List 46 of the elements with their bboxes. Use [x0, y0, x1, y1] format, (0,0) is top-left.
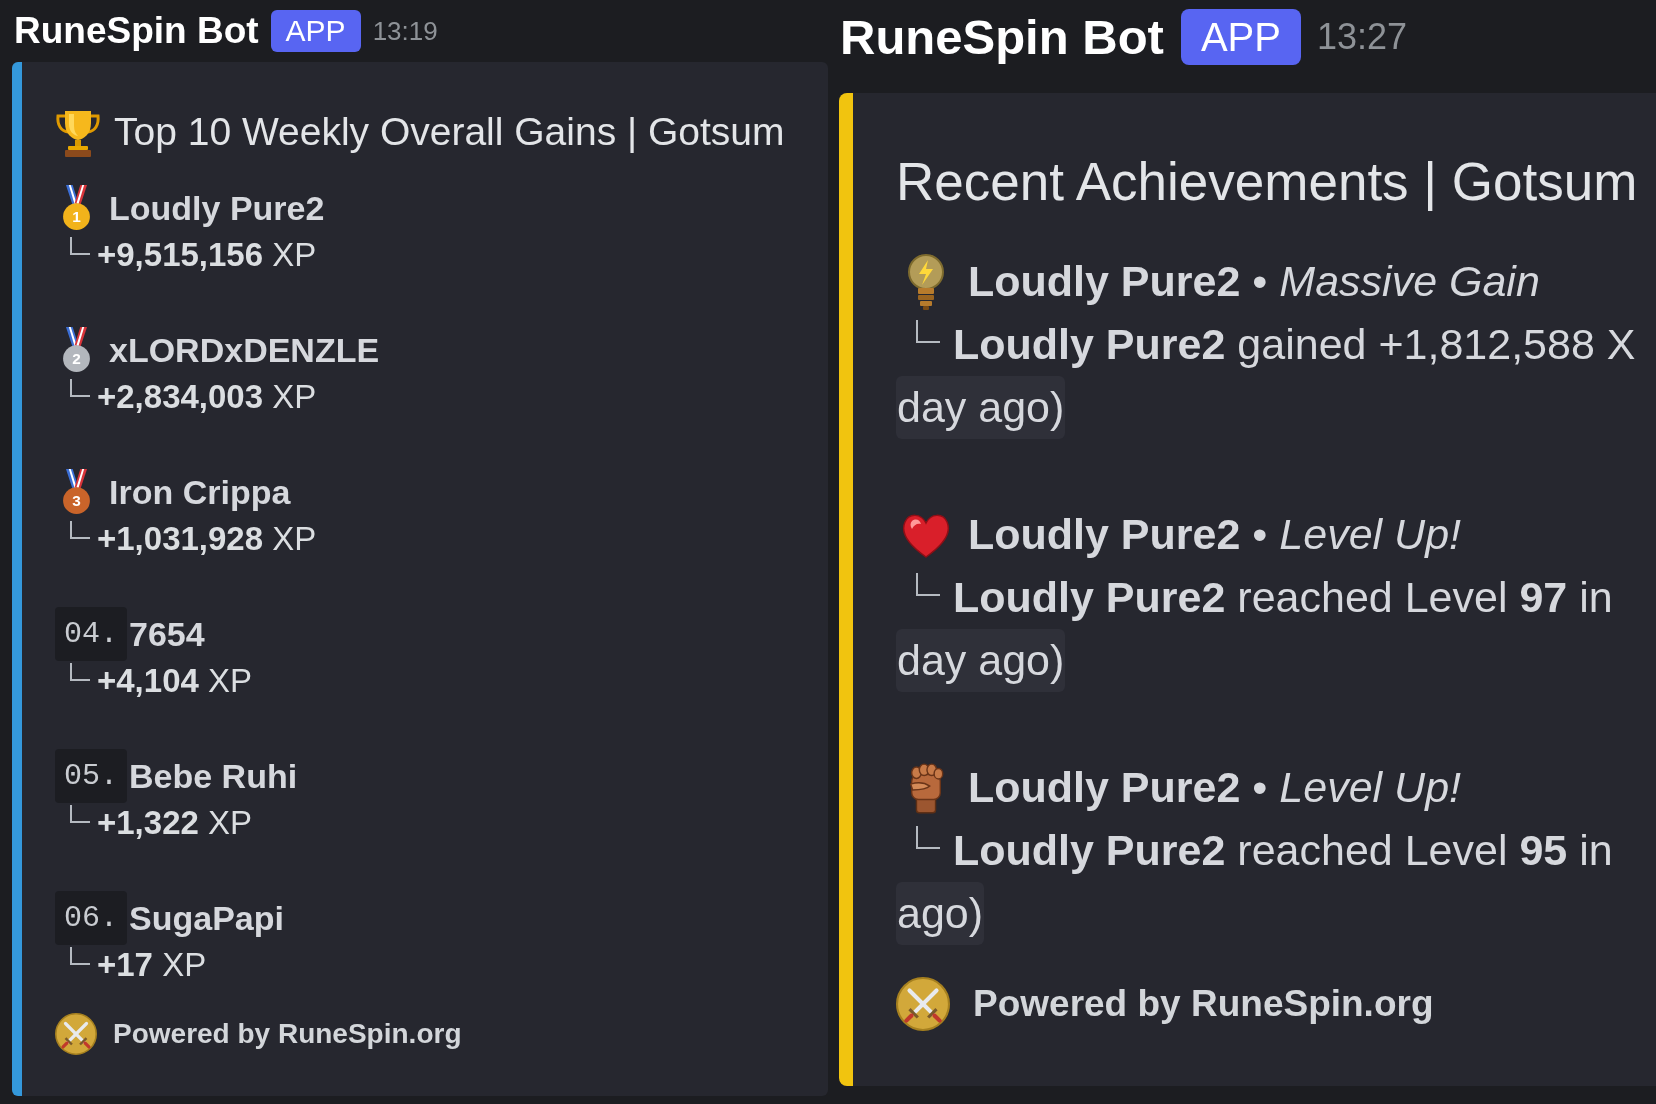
- corner-line-icon: [916, 320, 940, 343]
- crossed-swords-icon: [896, 977, 950, 1031]
- relative-time: ago): [896, 882, 985, 945]
- corner-line-icon: [70, 237, 90, 255]
- corner-line-icon: [70, 521, 90, 539]
- crossed-swords-icon: [55, 1013, 97, 1055]
- relative-time: day ago): [896, 376, 1066, 439]
- corner-line-icon: [916, 573, 940, 596]
- corner-line-icon: [70, 805, 90, 823]
- relative-time: day ago): [896, 629, 1066, 692]
- xp-gain: +1,322 XP: [97, 802, 253, 843]
- rank-number: 06.: [55, 890, 127, 945]
- player-name: 7654: [129, 613, 205, 655]
- app-badge: APP: [270, 10, 361, 52]
- rank-number: 04.: [55, 606, 127, 661]
- achievement-detail: Loudly Pure2 gained +1,812,588 X: [953, 319, 1636, 370]
- xp-gain: +9,515,156 XP: [97, 234, 317, 275]
- xp-gain: +17 XP: [97, 944, 207, 985]
- player-name: SugaPapi: [129, 897, 284, 939]
- achievement-detail: Loudly Pure2 reached Level 95 in: [953, 825, 1613, 876]
- author-name[interactable]: RuneSpin Bot: [14, 9, 259, 53]
- embed-title: Recent Achievements | Gotsum: [896, 151, 1638, 213]
- message-time: 13:27: [1316, 15, 1408, 59]
- player-name: Iron Crippa: [109, 471, 291, 513]
- player-name: Bebe Ruhi: [129, 755, 298, 797]
- achievement-header: Loudly Pure2 • Level Up!: [968, 762, 1461, 813]
- corner-line-icon: [70, 663, 90, 681]
- achievement-detail: Loudly Pure2 reached Level 97 in: [953, 572, 1613, 623]
- corner-line-icon: [70, 947, 90, 965]
- player-name: Loudly Pure2: [109, 187, 325, 229]
- corner-line-icon: [70, 379, 90, 397]
- xp-gain: +1,031,928 XP: [97, 518, 317, 559]
- app-badge: APP: [1180, 9, 1301, 65]
- lightbulb-icon: [905, 252, 947, 311]
- footer-text: Powered by RuneSpin.org: [113, 1017, 462, 1051]
- embed-title: Top 10 Weekly Overall Gains | Gotsum: [114, 109, 785, 155]
- achievement-header: Loudly Pure2 • Massive Gain: [968, 256, 1540, 307]
- corner-line-icon: [916, 826, 940, 849]
- achievement-header: Loudly Pure2 • Level Up!: [968, 509, 1461, 560]
- player-name: xLORDxDENZLE: [109, 329, 380, 371]
- author-name[interactable]: RuneSpin Bot: [840, 8, 1164, 66]
- xp-gain: +2,834,003 XP: [97, 376, 317, 417]
- footer-text: Powered by RuneSpin.org: [973, 982, 1434, 1026]
- message-time: 13:19: [372, 15, 438, 47]
- rank-number: 05.: [55, 748, 127, 803]
- xp-gain: +4,104 XP: [97, 660, 253, 701]
